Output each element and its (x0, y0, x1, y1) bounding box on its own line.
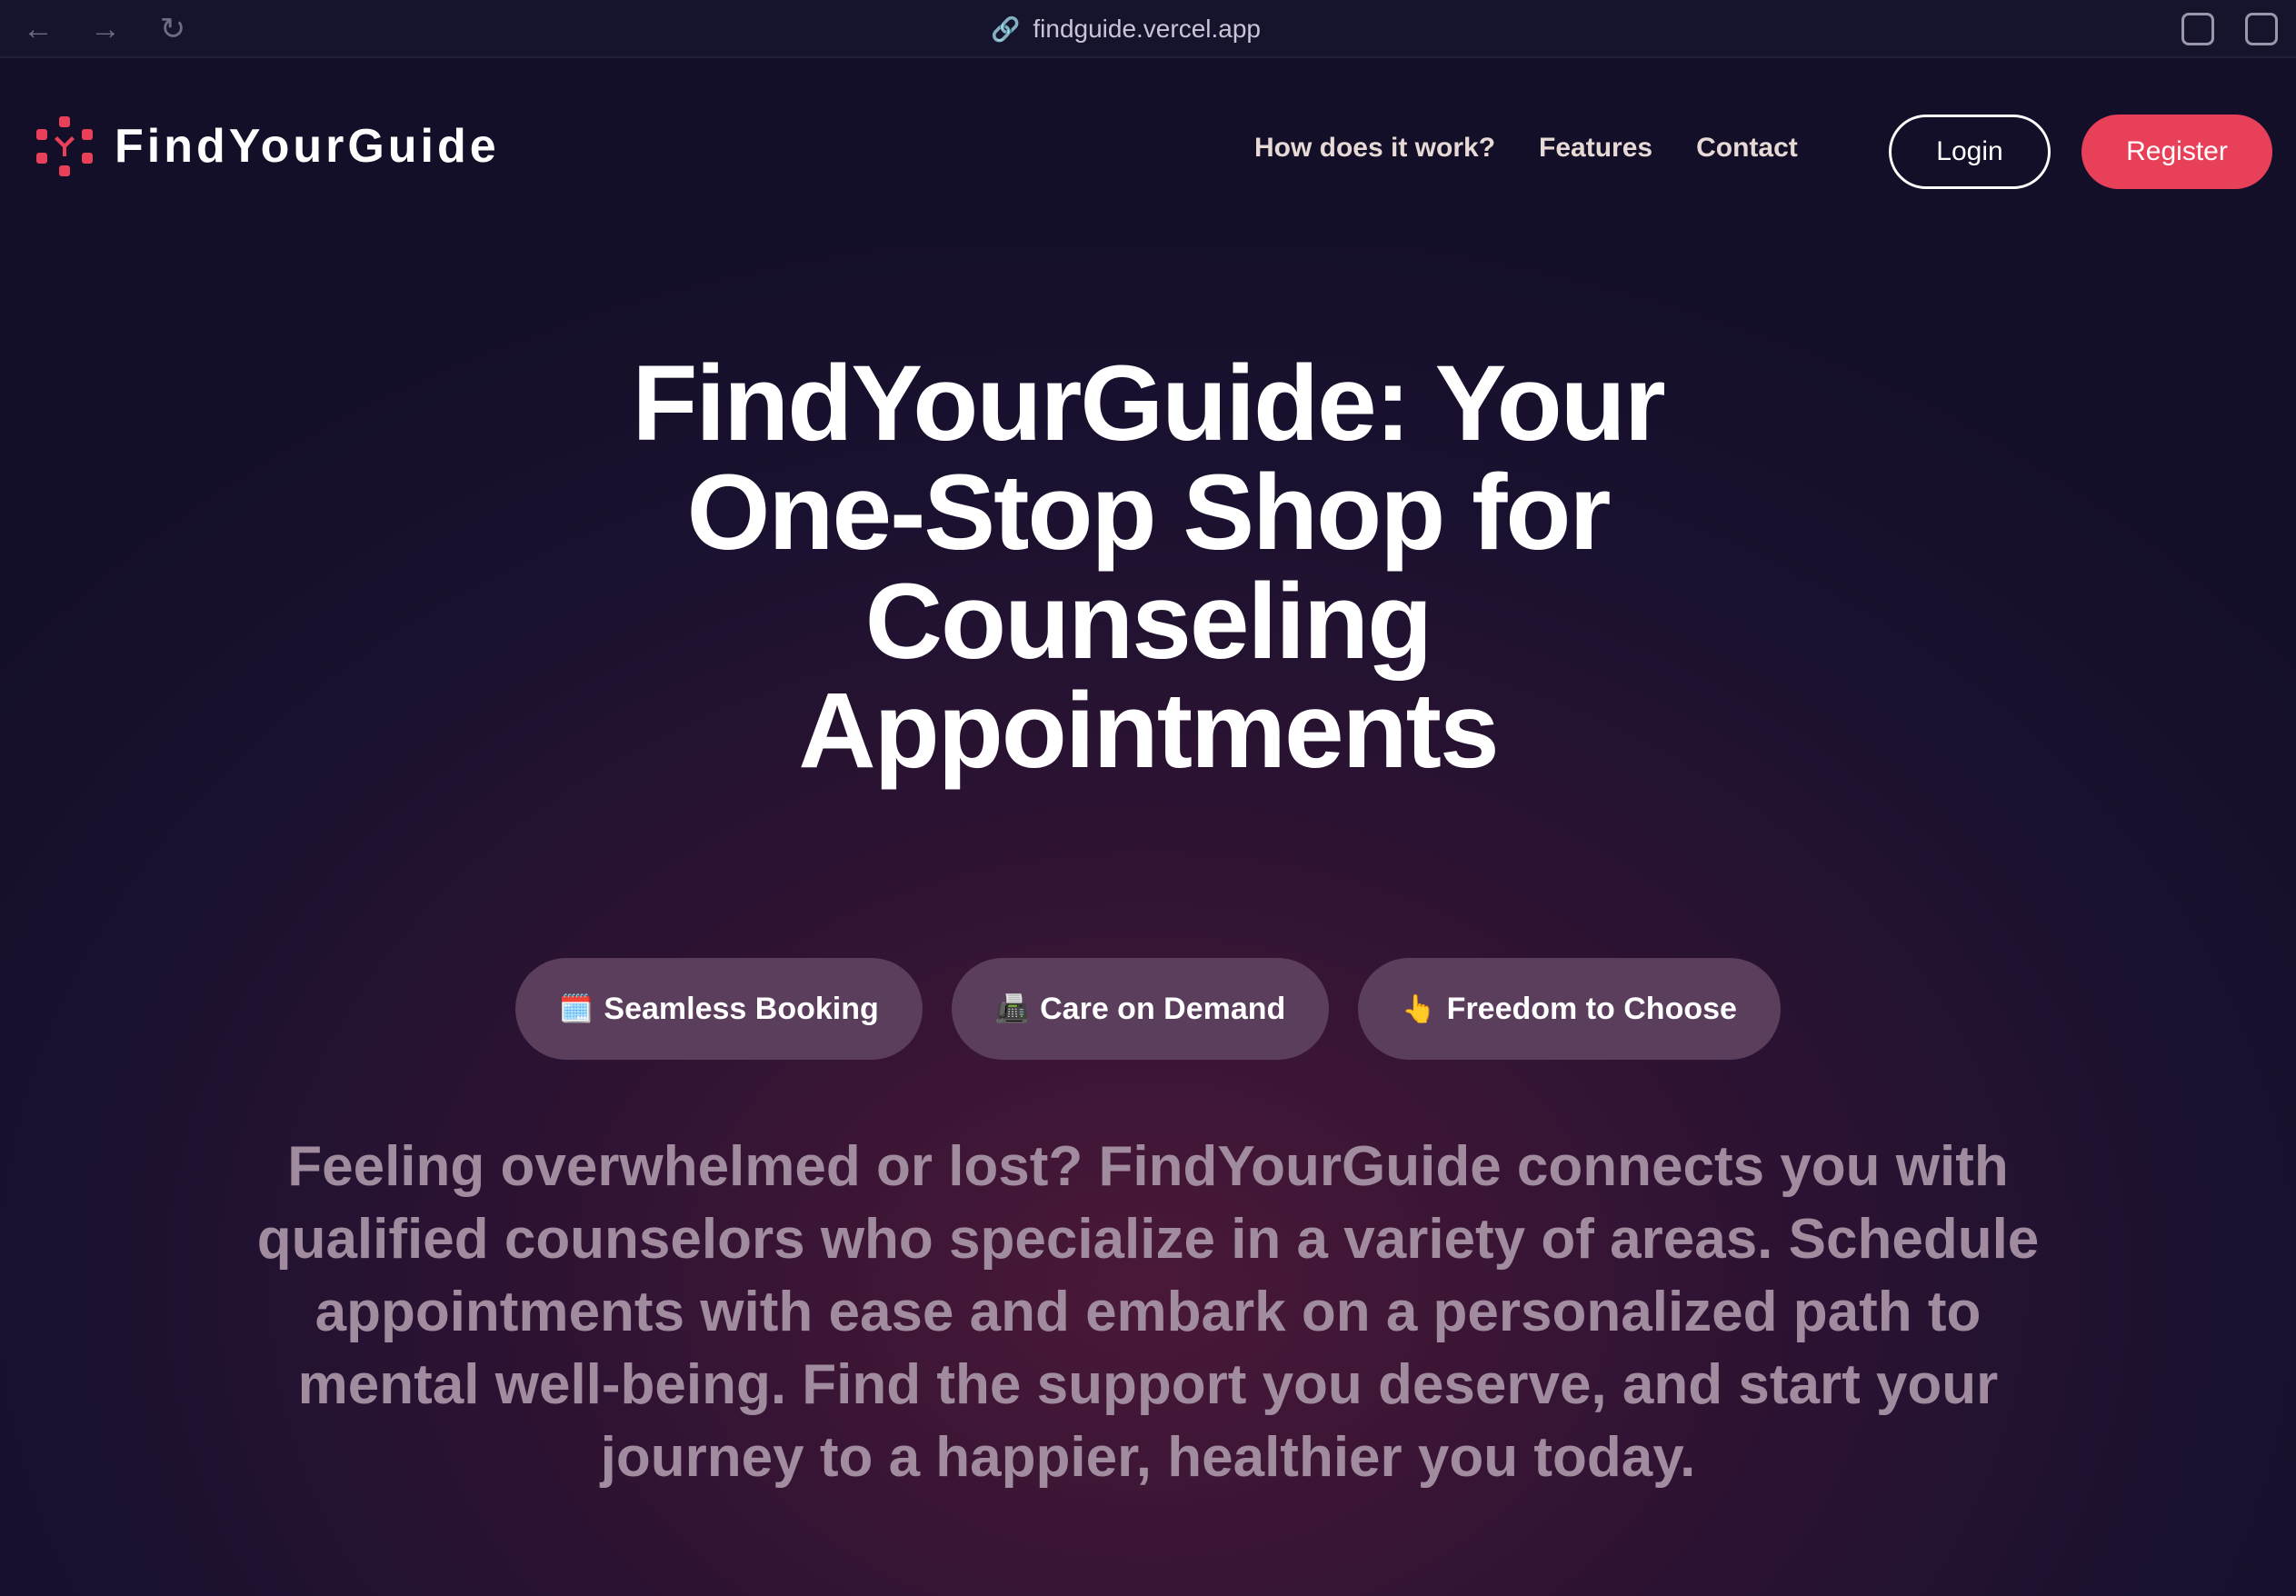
pill-freedom-to-choose[interactable]: 👆 Freedom to Choose (1358, 958, 1781, 1060)
nav-link-how-it-works[interactable]: How does it work? (1254, 133, 1495, 164)
hero-title: FindYourGuide: Your One-Stop Shop for Co… (632, 344, 1665, 791)
back-arrow-icon[interactable]: ← (18, 9, 58, 49)
nav-link-contact[interactable]: Contact (1696, 133, 1798, 164)
nav-link-features[interactable]: Features (1539, 133, 1652, 164)
login-button[interactable]: Login (1889, 115, 2051, 189)
extensions-icon[interactable] (2181, 13, 2214, 45)
brand-name: FindYourGuide (115, 120, 500, 173)
landing-page: FindYourGuide How does it work? Features… (0, 58, 2296, 1596)
calendar-icon: 🗓️ (559, 993, 594, 1024)
fax-icon: 📠 (994, 993, 1030, 1024)
forward-arrow-icon[interactable]: → (85, 9, 125, 49)
brand-logo[interactable]: FindYourGuide (33, 115, 500, 178)
logo-icon (36, 116, 93, 176)
pill-seamless-booking[interactable]: 🗓️ Seamless Booking (515, 958, 923, 1060)
url-text: findguide.vercel.app (1033, 15, 1261, 43)
reload-icon[interactable]: ↻ (153, 9, 193, 49)
address-bar[interactable]: 🔗 findguide.vercel.app (991, 11, 1261, 47)
site-header: FindYourGuide How does it work? Features… (0, 58, 2296, 244)
browser-toolbar: ← → ↻ 🔗 findguide.vercel.app (0, 0, 2296, 58)
pill-label: Care on Demand (1040, 991, 1286, 1026)
register-button[interactable]: Register (2081, 115, 2272, 189)
pill-label: Freedom to Choose (1446, 991, 1737, 1026)
sidebar-toggle-icon[interactable] (2245, 13, 2278, 45)
main-nav: How does it work? Features Contact (1254, 133, 1798, 164)
hero-description: Feeling overwhelmed or lost? FindYourGui… (256, 1135, 2040, 1489)
pointing-hand-icon: 👆 (1402, 993, 1436, 1024)
link-icon: 🔗 (991, 15, 1021, 43)
pill-label: Seamless Booking (604, 991, 879, 1026)
pill-care-on-demand[interactable]: 📠 Care on Demand (951, 958, 1330, 1060)
feature-pills: 🗓️ Seamless Booking 📠 Care on Demand 👆 F… (0, 958, 2296, 1060)
